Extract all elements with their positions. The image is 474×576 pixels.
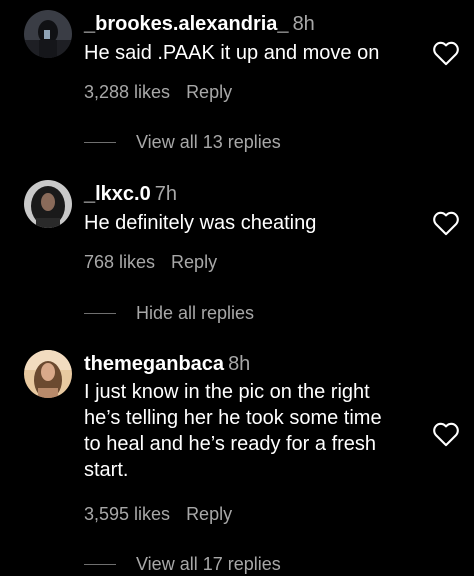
comment-header: _brookes.alexandria_ 8h (84, 12, 315, 36)
replies-toggle-label: Hide all replies (136, 302, 255, 323)
timestamp: 8h (228, 353, 251, 375)
timestamp: 8h (292, 13, 315, 35)
likes-count[interactable]: 768 likes (84, 252, 155, 272)
comment-text: I just know in the pic on the right he’s… (84, 381, 382, 481)
reply-button[interactable]: Reply (186, 82, 232, 102)
comment-actions: 768 likes Reply (84, 251, 217, 273)
comment-header: themeganbaca 8h (84, 352, 250, 376)
username-link[interactable]: _lkxc.0 (84, 183, 151, 205)
replies-divider (84, 141, 116, 143)
replies-divider (84, 563, 116, 565)
heart-outline-icon[interactable] (432, 210, 460, 236)
timestamp: 7h (154, 183, 177, 205)
avatar-icon[interactable] (24, 350, 72, 398)
comment-text: He definitely was cheating (84, 212, 317, 234)
comment-actions: 3,595 likes Reply (84, 503, 232, 525)
likes-count[interactable]: 3,288 likes (84, 82, 170, 102)
heart-outline-icon[interactable] (432, 40, 460, 66)
hide-replies-button[interactable]: Hide all replies (84, 301, 254, 325)
view-replies-button[interactable]: View all 17 replies (84, 552, 281, 576)
username-link[interactable]: themeganbaca (84, 353, 224, 375)
replies-divider (84, 312, 116, 314)
comment-text: He said .PAAK it up and move on (84, 42, 380, 64)
reply-button[interactable]: Reply (186, 504, 232, 524)
replies-toggle-label: View all 13 replies (136, 131, 281, 152)
heart-outline-icon[interactable] (432, 421, 460, 447)
comment-actions: 3,288 likes Reply (84, 81, 232, 103)
view-replies-button[interactable]: View all 13 replies (84, 130, 281, 154)
likes-count[interactable]: 3,595 likes (84, 504, 170, 524)
replies-toggle-label: View all 17 replies (136, 553, 281, 574)
reply-button[interactable]: Reply (171, 252, 217, 272)
avatar-icon[interactable] (24, 180, 72, 228)
comment-header: _lkxc.0 7h (84, 182, 177, 206)
avatar-icon[interactable] (24, 10, 72, 58)
username-link[interactable]: _brookes.alexandria_ (84, 13, 289, 35)
